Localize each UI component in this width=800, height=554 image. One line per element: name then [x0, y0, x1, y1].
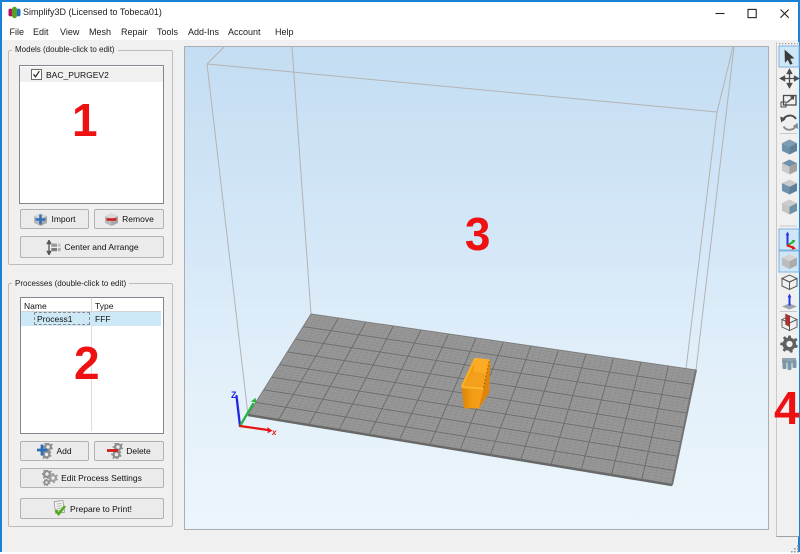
svg-text:3: 3 — [465, 208, 491, 260]
svg-text:x: x — [271, 428, 277, 437]
svg-text:Z: Z — [231, 390, 237, 400]
